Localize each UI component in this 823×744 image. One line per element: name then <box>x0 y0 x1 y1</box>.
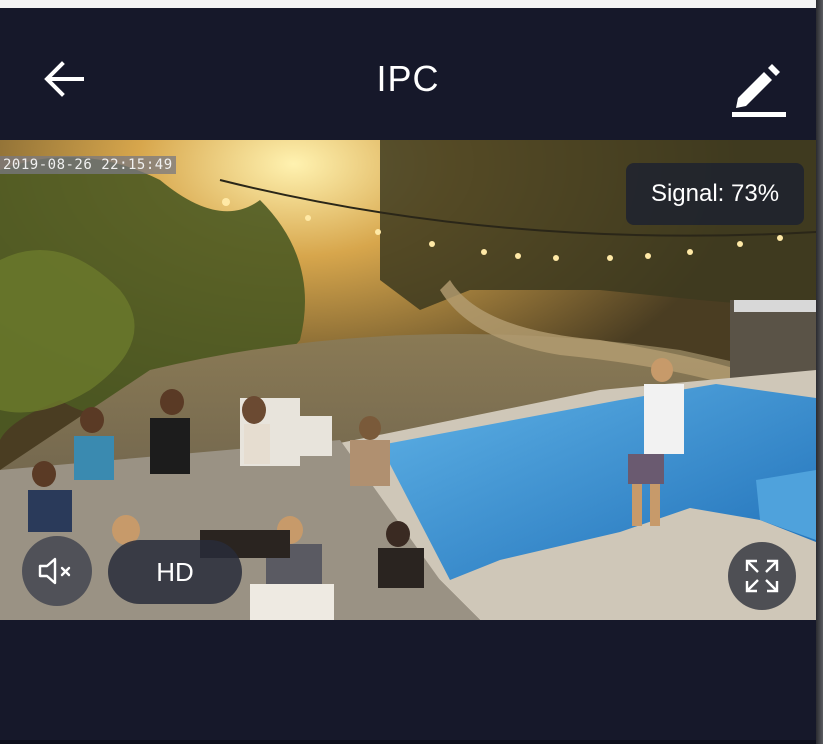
signal-badge: Signal: 73% <box>626 163 804 225</box>
app-screen: IPC 2019-08-26 22:15:49 Signal: 73% HD <box>0 8 816 744</box>
mute-button[interactable] <box>22 536 92 606</box>
speaker-muted-icon <box>38 557 71 585</box>
video-timestamp: 2019-08-26 22:15:49 <box>0 156 176 174</box>
right-edge <box>816 0 823 744</box>
top-strip <box>0 0 816 8</box>
fullscreen-button[interactable] <box>728 542 796 610</box>
header-bar: IPC <box>0 8 816 140</box>
page-title: IPC <box>376 58 440 99</box>
quality-toggle-button[interactable]: HD <box>108 540 242 604</box>
expand-icon <box>745 559 779 593</box>
edit-button[interactable] <box>728 58 790 118</box>
video-feed[interactable]: 2019-08-26 22:15:49 Signal: 73% HD <box>0 140 816 620</box>
bottom-strip <box>0 740 816 744</box>
pencil-icon <box>732 64 786 117</box>
